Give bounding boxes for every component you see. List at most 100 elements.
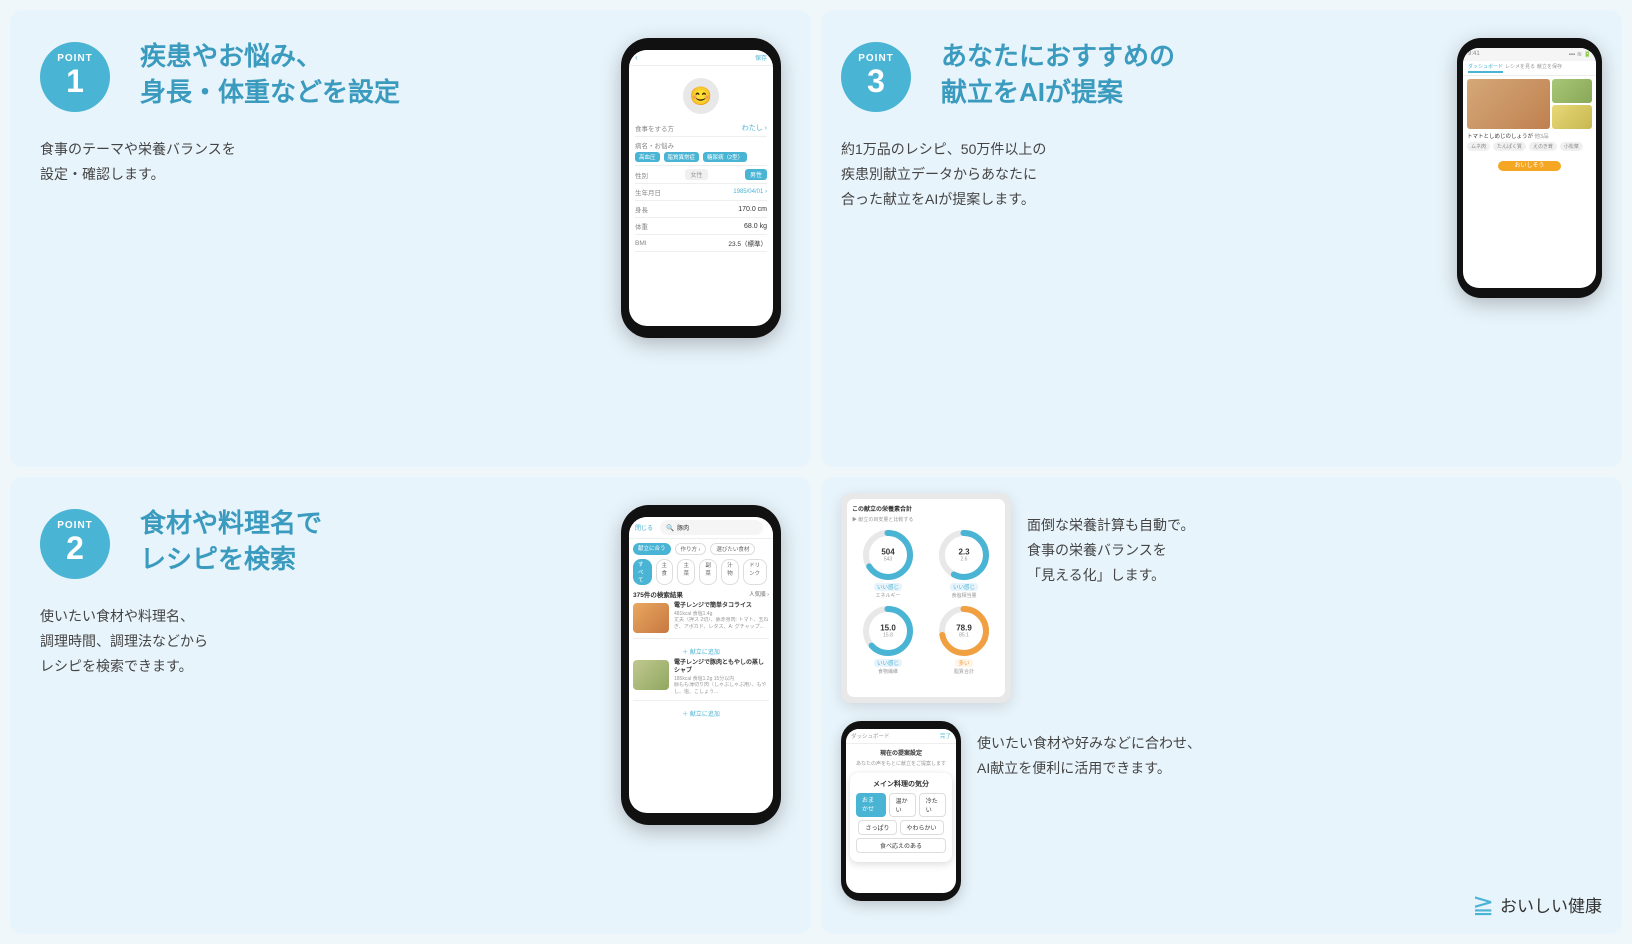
phone3-time: 9:41: [1468, 51, 1480, 58]
tab-drink[interactable]: ドリンク: [743, 559, 767, 585]
birthday-value[interactable]: 1985/04/01 ›: [733, 189, 767, 195]
small-phone-done[interactable]: 完了: [940, 732, 951, 740]
logo-area: ≧ おいしい健康: [1472, 889, 1602, 920]
fat-label: 脂質合計: [954, 668, 974, 675]
nutrition-title: この献立の栄養素合計: [852, 504, 1000, 513]
phone3-signal: ▪▪▪ ≋ 🔋: [1569, 51, 1591, 58]
modal-title: メイン料理の気分: [856, 779, 946, 789]
avatar: 😊: [683, 78, 719, 114]
btn-light[interactable]: さっぱり: [858, 820, 896, 835]
phone2-screen: 閉じる 🔍 豚肉 献立に合う 作り方 › 選びたい食材 すべて 主食: [629, 517, 773, 813]
food-title: トマトとしめじのしょうが 他3品: [1467, 132, 1592, 140]
point1-desc-line2: 設定・確認します。: [40, 166, 165, 182]
tab-menu[interactable]: 献立を保存: [1537, 63, 1562, 73]
recipe2-item: 電子レンジで豚肉ともやしの蒸しシャブ 185kcal 食塩1.2g 15分以内 …: [633, 660, 769, 701]
avatar-emoji: 😊: [690, 86, 712, 107]
height-value: 170.0 cm: [738, 206, 767, 213]
recipe2-title: 電子レンジで豚肉ともやしの蒸しシャブ: [674, 660, 769, 676]
sort-btn[interactable]: 人気順 ›: [749, 590, 769, 598]
close-label[interactable]: 閉じる: [635, 523, 653, 532]
point4-desc: 面倒な栄養計算も自動で。 食事の栄養バランスを 「見える化」します。: [1027, 493, 1194, 589]
salt-val2: 2.6: [958, 557, 969, 563]
energy-val2: 543: [881, 557, 894, 563]
tab-dashboard[interactable]: ダッシュボード: [1468, 63, 1503, 73]
modal-box: メイン料理の気分 おまかせ 温かい 冷たい さっぱり やわらかい: [850, 773, 952, 862]
back-arrow-icon: ‹: [635, 53, 638, 62]
point4-desc-line3: 「見える化」します。: [1027, 567, 1165, 583]
btn-filling[interactable]: 食べ応えのある: [856, 838, 946, 853]
point1-badge: POINT 1: [40, 42, 110, 112]
bmi-value: 23.5（標準）: [728, 238, 767, 248]
tab-staple[interactable]: 主食: [656, 559, 674, 585]
point1-desc: 食事のテーマや栄養バランスを 設定・確認します。: [40, 137, 621, 187]
small-phone-title: 現在の提案設定: [850, 748, 952, 757]
tab-recipe[interactable]: レシメを見る: [1505, 63, 1535, 73]
recipe1-btn-label: 献立に追加: [690, 650, 720, 656]
btn-cold[interactable]: 冷たい: [919, 793, 946, 817]
fiber-label: 食物繊維: [878, 668, 898, 675]
recipe1-desc: 丈夫（押ス 2切）、豚赤身肉: トマト、玉ねぎ、アボカド、レタス、A: グチャッ…: [674, 617, 769, 630]
phone3-screen: 9:41 ▪▪▪ ≋ 🔋 ダッシュボード レシメを見る 献立を保存: [1463, 48, 1596, 288]
btn-warm[interactable]: 温かい: [889, 793, 916, 817]
recipe2-btn-label: 献立に追加: [690, 712, 720, 718]
point2-badge-number: 2: [66, 531, 84, 566]
point3-desc-line2: 疾患別献立データからあなたに: [841, 166, 1037, 182]
fiber-badge: いい感じ: [874, 659, 902, 667]
tab-side[interactable]: 副菜: [699, 559, 717, 585]
point3-badge-number: 3: [867, 64, 885, 99]
save-button[interactable]: 保存: [755, 53, 767, 62]
oishiso-btn[interactable]: おいしそう: [1498, 161, 1560, 171]
recipe1-item: 電子レンジで簡単タコライス 481kcal 食塩1.4g 丈夫（押ス 2切）、豚…: [633, 603, 769, 639]
point1-card: POINT 1 疾患やお悩み、 身長・体重などを設定 食事のテーマや栄養バランス…: [10, 10, 811, 467]
nutrition-bg-phone: この献立の栄養素合計 ▶ 献立の目安量と比較する: [841, 493, 1011, 703]
point4-desc-line2: 食事の栄養バランスを: [1027, 542, 1167, 558]
point3-desc-line3: 合った献立をAIが提案します。: [841, 191, 1035, 207]
setting-subtitle: あなたの声をもとに献立をご提案します: [850, 760, 952, 767]
salt-label: 食塩相当量: [951, 592, 976, 599]
point2-title-line1: 食材や料理名で: [140, 508, 322, 538]
tab-all[interactable]: すべて: [633, 559, 652, 585]
fiber-val: 15.0: [880, 624, 896, 633]
small-phone-area: ダッシュボード 完了 現在の提案設定 あなたの声をもとに献立をご提案します メイ…: [841, 721, 961, 901]
phone1-mockup: ‹ 保存 😊 食事をする方 わたし › 病名・お悩み 高血圧: [621, 38, 781, 338]
point1-desc-line1: 食事のテーマや栄養バランスを: [40, 141, 236, 157]
logo-icon: ≧: [1472, 889, 1494, 920]
phone2-mockup: 閉じる 🔍 豚肉 献立に合う 作り方 › 選びたい食材 すべて 主食: [621, 505, 781, 825]
tag-dyslipidemia: 脂質異常症: [664, 152, 700, 162]
btn-soft[interactable]: やわらかい: [900, 820, 944, 835]
small-phone-screen: ダッシュボード 完了 現在の提案設定 あなたの声をもとに献立をご提案します メイ…: [846, 729, 956, 893]
energy-label: エネルギー: [875, 592, 900, 599]
point2-desc-line2: 調理時間、調理法などから: [40, 633, 208, 649]
filter-ingredient-btn[interactable]: 選びたい食材: [710, 543, 755, 555]
fat-circle-container: 78.9 85.1 多い 脂質合計: [928, 603, 1000, 675]
point1-title-line2: 身長・体重などを設定: [140, 77, 400, 107]
energy-val: 504: [881, 548, 894, 557]
recipe2-add-btn[interactable]: ＋ 献立に追加: [633, 706, 769, 718]
tag-cal: えのき茸: [1529, 142, 1557, 151]
point3-card: POINT 3 あなたにおすすめの 献立をAIが提案 約1万品のレシピ、50万件…: [821, 10, 1622, 467]
tab-main[interactable]: 主菜: [677, 559, 695, 585]
btn-omakase[interactable]: おまかせ: [856, 793, 886, 817]
small-phone-tab[interactable]: ダッシュボード: [851, 732, 890, 740]
point2-title-line2: レシピを検索: [140, 544, 296, 574]
gender-female-btn[interactable]: 女性: [685, 169, 707, 180]
gender-male-btn[interactable]: 男性: [745, 169, 767, 180]
food-image-1: [1467, 79, 1550, 129]
filter-method-btn[interactable]: 作り方 ›: [675, 543, 707, 555]
point3-title-line2: 献立をAIが提案: [941, 77, 1123, 107]
point3-badge: POINT 3: [841, 42, 911, 112]
recipe2-thumb: [633, 660, 669, 690]
phone1-screen: ‹ 保存 😊 食事をする方 わたし › 病名・お悩み 高血圧: [629, 50, 773, 326]
tab-soup[interactable]: 汁物: [721, 559, 739, 585]
birthday-label: 生年月日: [635, 187, 661, 197]
food-image-3: [1552, 105, 1592, 129]
point2-desc-line3: レシピを検索できます。: [40, 658, 193, 674]
point4-card: この献立の栄養素合計 ▶ 献立の目安量と比較する: [821, 477, 1622, 934]
food-image-2: [1552, 79, 1592, 103]
recipe1-add-btn[interactable]: ＋ 献立に追加: [633, 644, 769, 656]
phone2-area: 閉じる 🔍 豚肉 献立に合う 作り方 › 選びたい食材 すべて 主食: [621, 505, 781, 825]
filter-menu-btn[interactable]: 献立に合う: [633, 543, 671, 555]
salt-val: 2.3: [958, 548, 969, 557]
field-who-value[interactable]: わたし ›: [742, 123, 767, 133]
point4-desc2-line2: AI献立を便利に活用できます。: [977, 760, 1171, 776]
